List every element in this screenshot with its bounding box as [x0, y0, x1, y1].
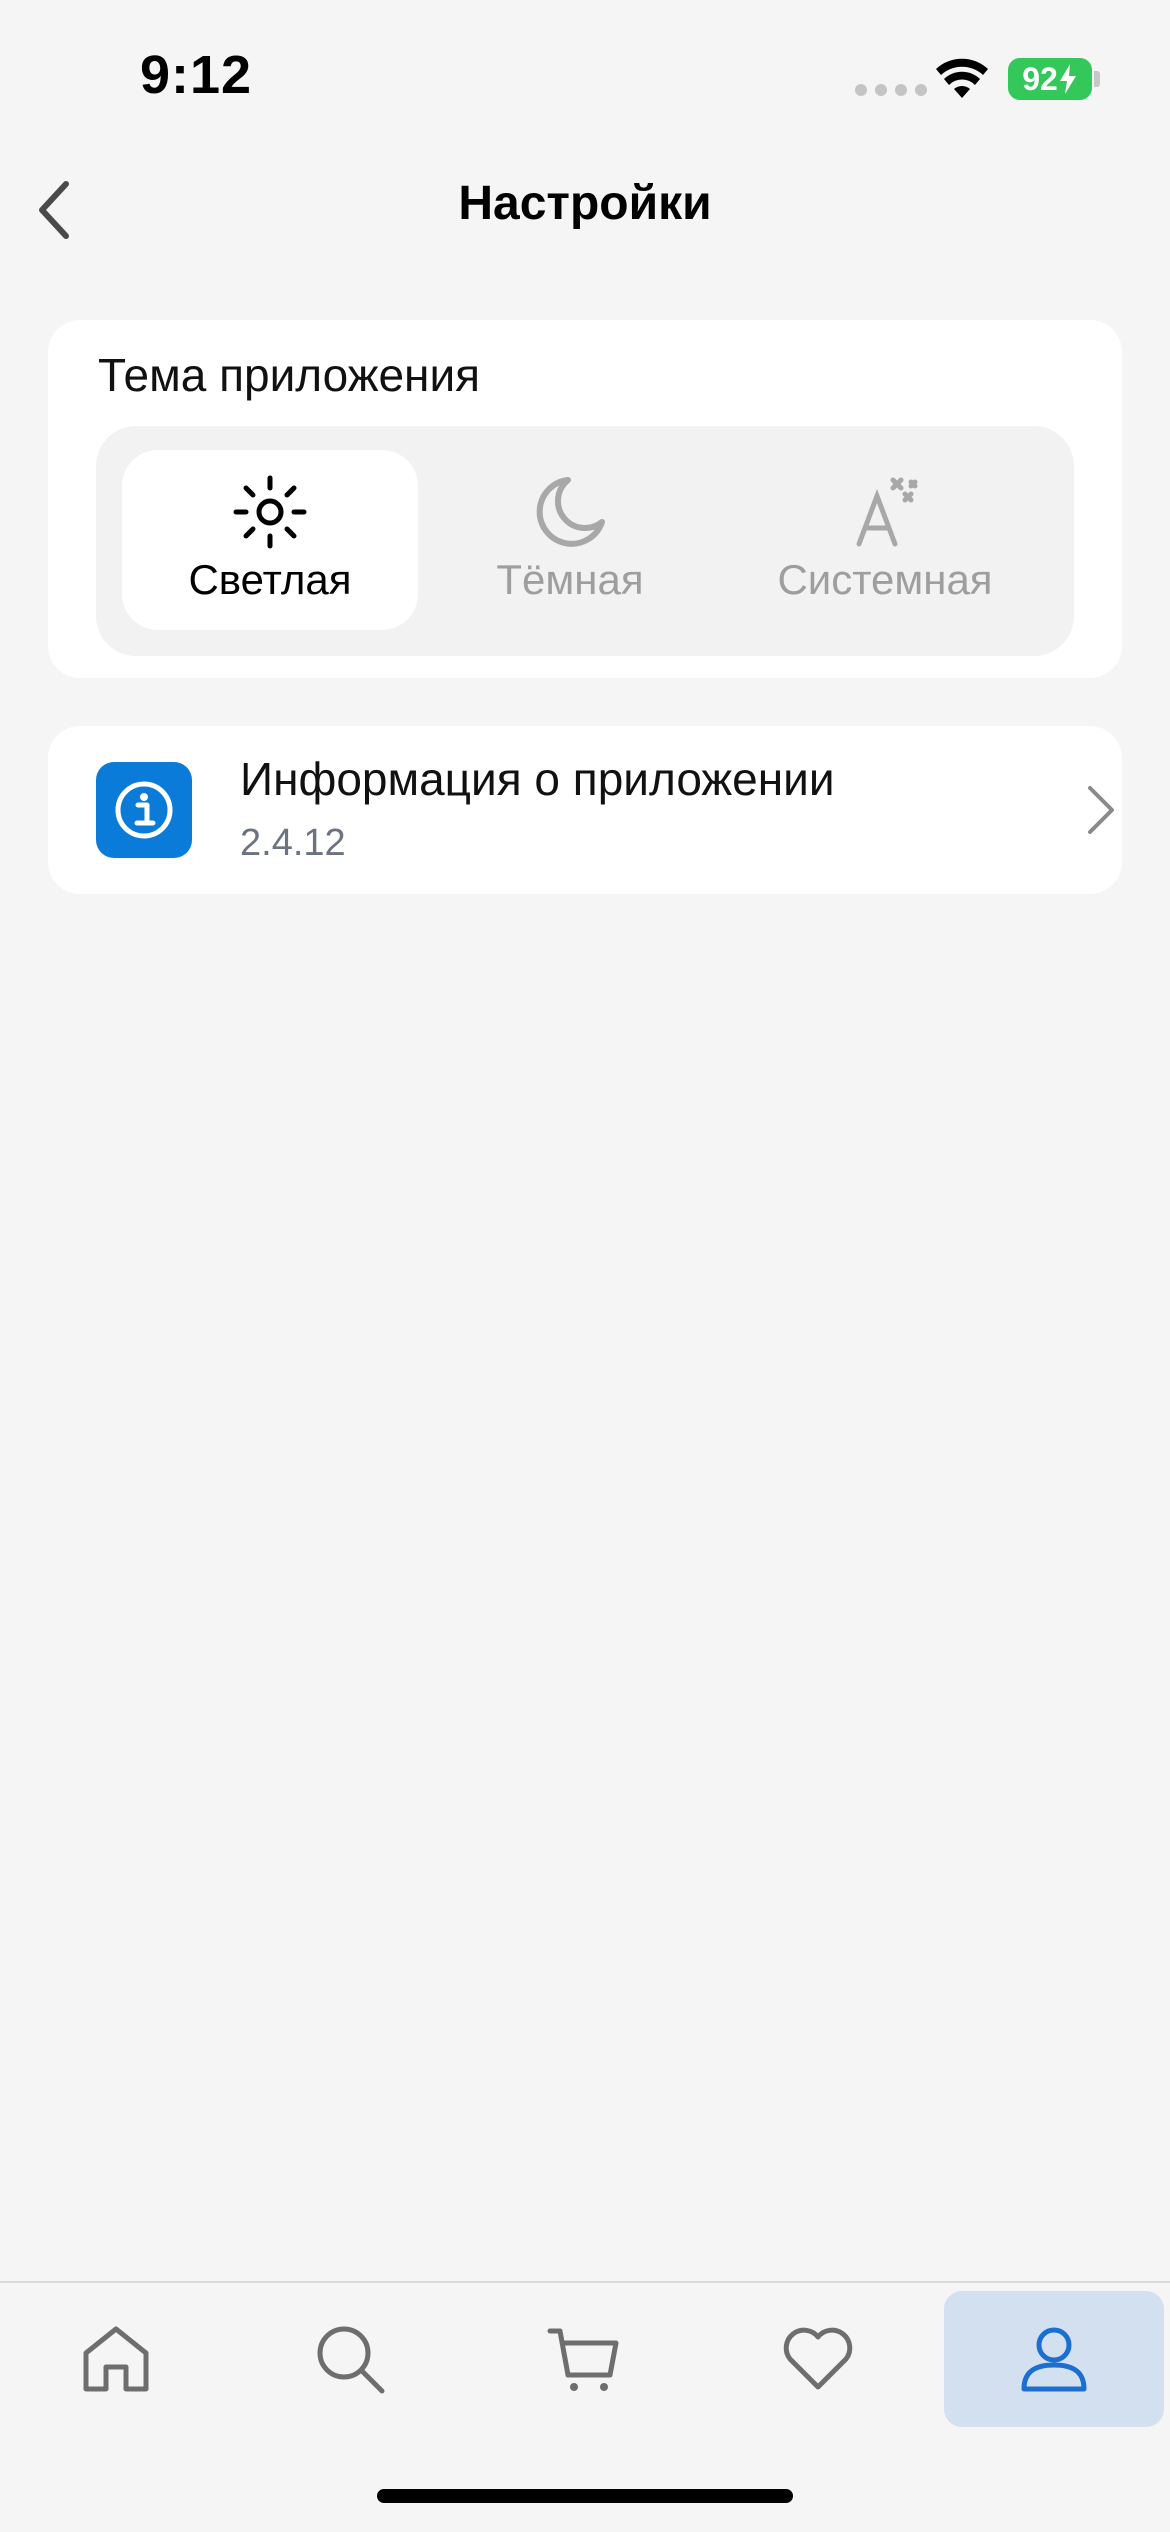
theme-option-light[interactable]: Светлая	[122, 450, 418, 630]
page-title: Настройки	[458, 177, 712, 230]
tab-profile[interactable]	[944, 2291, 1164, 2427]
theme-segmented-control: Светлая Тёмная Системная	[96, 426, 1074, 656]
tab-favorites[interactable]	[708, 2291, 928, 2427]
search-icon	[317, 2326, 385, 2394]
chevron-right-icon	[1088, 786, 1114, 834]
info-icon	[115, 781, 173, 839]
app-info-icon-container	[96, 762, 192, 858]
theme-section-title: Тема приложения	[98, 349, 481, 401]
app-info-title: Информация о приложении	[240, 753, 835, 805]
battery-icon: 92	[1008, 58, 1092, 100]
settings-screen: 9:12 92 Настройки Тема приложения Светла…	[0, 0, 1170, 2532]
theme-option-label: Светлая	[188, 556, 352, 603]
cart-icon	[547, 2328, 619, 2391]
tab-cart[interactable]	[474, 2291, 694, 2427]
profile-icon	[1021, 2327, 1087, 2392]
battery-percent: 92	[1022, 60, 1058, 97]
app-version: 2.4.12	[240, 822, 346, 864]
theme-option-label: Системная	[777, 556, 993, 603]
theme-option-system[interactable]: Системная	[722, 450, 1048, 630]
navigation-bar: Настройки	[0, 150, 1170, 270]
charging-bolt-icon	[1059, 64, 1076, 94]
home-icon	[83, 2326, 149, 2392]
battery-cap	[1094, 71, 1100, 87]
home-indicator	[377, 2489, 793, 2503]
status-time: 9:12	[140, 45, 253, 105]
theme-option-label: Тёмная	[496, 556, 644, 603]
auto-theme-icon	[856, 477, 918, 547]
heart-icon	[783, 2327, 853, 2390]
status-bar: 9:12 92	[0, 0, 1170, 150]
moon-icon	[536, 477, 605, 547]
theme-settings-card: Тема приложения Светлая Тёмная Системная	[48, 320, 1122, 678]
app-info-row[interactable]: Информация о приложении 2.4.12	[48, 726, 1122, 894]
wifi-icon	[936, 58, 988, 98]
tab-home[interactable]	[6, 2291, 226, 2427]
cellular-signal-icon	[855, 84, 927, 96]
sun-icon	[233, 475, 307, 549]
tab-search[interactable]	[240, 2291, 460, 2427]
theme-option-dark[interactable]: Тёмная	[422, 450, 718, 630]
